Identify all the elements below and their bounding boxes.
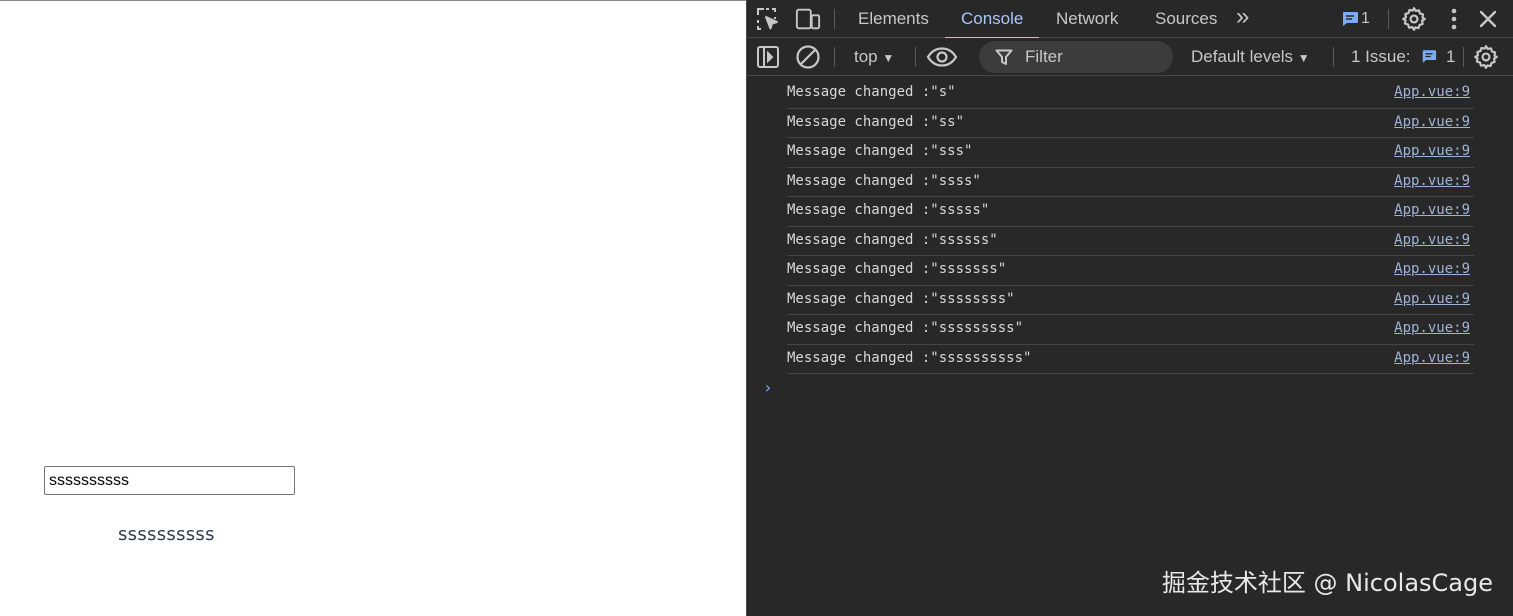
console-message: Message changed :"ssssss" App.vue:9 (787, 227, 1474, 256)
console-message-text: Message changed :"ss" (787, 113, 965, 130)
filter-input[interactable] (1025, 41, 1165, 73)
console-message: Message changed :"ssssssss" App.vue:9 (787, 286, 1474, 315)
context-value: top (854, 47, 878, 66)
console-message-source-link[interactable]: App.vue:9 (1394, 114, 1470, 130)
console-message-source-link[interactable]: App.vue:9 (1394, 232, 1470, 248)
console-message-source-link[interactable]: App.vue:9 (1394, 261, 1470, 277)
console-message: Message changed :"s" App.vue:9 (787, 79, 1474, 109)
chevron-down-icon: ▼ (882, 51, 895, 65)
console-message-source-link[interactable]: App.vue:9 (1394, 350, 1470, 366)
console-message-text: Message changed :"sssssss" (787, 261, 1007, 277)
close-icon[interactable] (1475, 6, 1501, 32)
console-toolbar: top ▼ Default levels ▼ 1 Issue: 1 (747, 38, 1513, 76)
devtools-panel: Elements Console Network Sources » 1 top… (746, 0, 1513, 616)
console-message-text: Message changed :"sssssssss" (787, 320, 1024, 336)
device-toolbar-icon[interactable] (795, 6, 821, 32)
console-message-text: Message changed :"ssssss" (787, 231, 998, 248)
sidebar-toggle-icon[interactable] (755, 44, 781, 70)
log-levels-dropdown[interactable]: Default levels ▼ (1191, 38, 1310, 76)
prompt-chevron-icon: › (763, 378, 773, 397)
console-message: Message changed :"sssssssss" App.vue:9 (787, 315, 1474, 345)
console-message: Message changed :"sssss" App.vue:9 (787, 197, 1474, 227)
inspect-element-icon[interactable] (755, 6, 781, 32)
console-message: Message changed :"sssssss" App.vue:9 (787, 256, 1474, 286)
console-prompt[interactable]: › (747, 374, 1513, 404)
console-message-text: Message changed :"ssssssss" (787, 290, 1015, 307)
console-message: Message changed :"ss" App.vue:9 (787, 109, 1474, 138)
console-message-source-link[interactable]: App.vue:9 (1394, 173, 1470, 189)
console-message-text: Message changed :"ssss" (787, 172, 981, 189)
tabbar-divider (1388, 9, 1389, 29)
more-options-icon[interactable] (1441, 6, 1467, 32)
console-output: Message changed :"s" App.vue:9 Message cha… (747, 79, 1513, 404)
tab-elements[interactable]: Elements (858, 0, 929, 38)
issues-label: 1 Issue: (1351, 47, 1411, 66)
console-message: Message changed :"sss" App.vue:9 (787, 138, 1474, 168)
settings-gear-icon[interactable] (1401, 6, 1427, 32)
console-message-source-link[interactable]: App.vue:9 (1394, 84, 1470, 100)
live-expression-eye-icon[interactable] (925, 44, 959, 70)
console-settings-gear-icon[interactable] (1473, 44, 1499, 70)
context-selector[interactable]: top ▼ (854, 38, 894, 76)
toolbar-divider (1333, 47, 1334, 67)
tab-console[interactable]: Console (944, 0, 1040, 39)
toolbar-divider (834, 47, 835, 67)
console-message-source-link[interactable]: App.vue:9 (1394, 291, 1470, 307)
issues-button[interactable]: 1 Issue: 1 (1351, 38, 1455, 76)
clear-console-icon[interactable] (795, 44, 821, 70)
console-message-text: Message changed :"ssssssssss" (787, 349, 1032, 366)
console-message-list: Message changed :"s" App.vue:9 Message cha… (747, 79, 1513, 374)
log-levels-value: Default levels (1191, 47, 1294, 66)
toolbar-divider (1463, 47, 1464, 67)
console-message: Message changed :"ssss" App.vue:9 (787, 168, 1474, 197)
console-message-text: Message changed :"sss" (787, 143, 973, 159)
console-message-text: Message changed :"s" (787, 84, 956, 100)
issues-count: 1 (1446, 47, 1456, 66)
message-display: ssssssssss (118, 524, 215, 545)
devtools-tabbar: Elements Console Network Sources » 1 (747, 0, 1513, 39)
console-message: Message changed :"ssssssssss" App.vue:9 (787, 345, 1474, 374)
message-input[interactable] (44, 466, 295, 495)
tab-sources[interactable]: Sources (1155, 0, 1217, 38)
console-message-source-link[interactable]: App.vue:9 (1394, 320, 1470, 336)
console-message-text: Message changed :"sssss" (787, 202, 990, 218)
tab-network[interactable]: Network (1056, 0, 1118, 38)
watermark: 掘金技术社区 @ NicolasCage (1161, 569, 1493, 597)
filter-box[interactable] (979, 41, 1173, 73)
console-message-source-link[interactable]: App.vue:9 (1394, 202, 1470, 218)
filter-funnel-icon (995, 49, 1013, 71)
more-tabs-icon[interactable]: » (1236, 0, 1249, 36)
toolbar-divider (915, 47, 916, 67)
messages-count[interactable]: 1 (1361, 0, 1370, 38)
issues-icon (1421, 40, 1437, 78)
page-viewport: ssssssssss (0, 0, 746, 616)
chevron-down-icon: ▼ (1297, 51, 1310, 65)
console-message-source-link[interactable]: App.vue:9 (1394, 143, 1470, 159)
tabbar-divider (834, 9, 835, 29)
messages-icon[interactable] (1339, 6, 1361, 32)
